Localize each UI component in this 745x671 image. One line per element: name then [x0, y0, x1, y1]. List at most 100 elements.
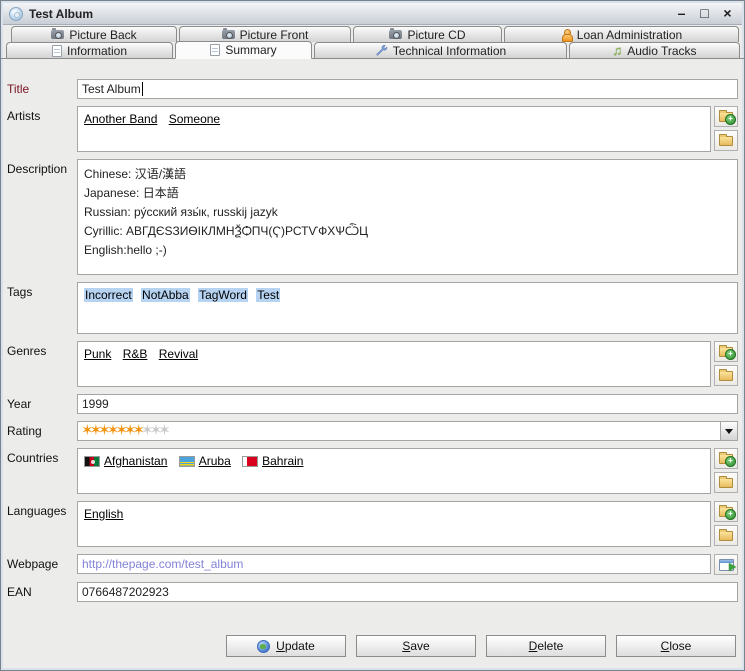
rating-dropdown-button[interactable]	[720, 422, 737, 440]
title-input[interactable]	[77, 79, 738, 99]
country-link[interactable]: Bahrain	[242, 454, 303, 468]
update-button-label: Update	[276, 639, 315, 653]
camera-icon	[222, 30, 235, 39]
camera-icon	[389, 30, 402, 39]
genre-link[interactable]: Revival	[159, 347, 198, 361]
ean-row: EAN	[7, 582, 738, 602]
tag-chip[interactable]: Test	[256, 288, 280, 302]
add-genre-button[interactable]	[714, 341, 738, 362]
cd-icon	[9, 7, 23, 21]
minimize-button[interactable]: –	[673, 5, 690, 22]
description-label: Description	[7, 159, 77, 176]
tab-label: Picture Back	[69, 28, 136, 42]
tab-label: Audio Tracks	[627, 44, 696, 58]
album-dialog-window: Test Album – □ × Picture Back Picture Fr…	[0, 0, 745, 671]
folder-icon	[719, 531, 733, 541]
country-link[interactable]: Aruba	[179, 454, 231, 468]
tab-label: Loan Administration	[577, 28, 682, 42]
webpage-input[interactable]	[77, 554, 711, 574]
tab-label: Technical Information	[393, 44, 506, 58]
year-input[interactable]	[77, 394, 738, 414]
country-name: Aruba	[199, 454, 231, 468]
tab-picture-front[interactable]: Picture Front	[179, 26, 351, 42]
rating-combobox[interactable]: ✶✶✶✶✶✶✶✶✶✶	[77, 421, 738, 441]
add-language-button[interactable]	[714, 501, 738, 522]
delete-button-label: Delete	[529, 639, 564, 653]
globe-icon	[257, 640, 270, 653]
tab-picture-cd[interactable]: Picture CD	[353, 26, 502, 42]
tab-information[interactable]: Information	[6, 42, 173, 58]
folder-add-icon	[719, 507, 733, 517]
tab-label: Picture Front	[240, 28, 309, 42]
genres-row: Genres Punk R&B Revival	[7, 341, 738, 387]
webpage-label: Webpage	[7, 554, 77, 571]
year-row: Year	[7, 394, 738, 414]
countries-label: Countries	[7, 448, 77, 465]
description-row: Description Chinese: 汉语/漢語 Japanese: 日本語…	[7, 159, 738, 275]
tab-picture-back[interactable]: Picture Back	[11, 26, 177, 42]
genre-link[interactable]: Punk	[84, 347, 111, 361]
languages-row: Languages English	[7, 501, 738, 547]
tags-box[interactable]: Incorrect NotAbba TagWord Test	[77, 282, 738, 334]
close-button[interactable]: Close	[616, 635, 736, 657]
choose-genre-button[interactable]	[714, 365, 738, 386]
add-artist-button[interactable]	[714, 106, 738, 127]
wrench-icon	[375, 44, 388, 57]
delete-button[interactable]: Delete	[486, 635, 606, 657]
save-button[interactable]: Save	[356, 635, 476, 657]
choose-country-button[interactable]	[714, 472, 738, 493]
webpage-row: Webpage	[7, 554, 738, 575]
text-caret	[142, 82, 143, 96]
open-webpage-button[interactable]	[714, 554, 738, 575]
language-link[interactable]: English	[84, 507, 123, 521]
country-link[interactable]: Afghanistan	[84, 454, 167, 468]
update-button[interactable]: Update	[226, 635, 346, 657]
rating-label: Rating	[7, 421, 77, 438]
choose-artist-button[interactable]	[714, 130, 738, 151]
ean-input[interactable]	[77, 582, 738, 602]
artist-link[interactable]: Another Band	[84, 112, 157, 126]
bahrain-flag-icon	[242, 456, 258, 467]
tab-label: Information	[67, 44, 127, 58]
tags-label: Tags	[7, 282, 77, 299]
rating-stars[interactable]: ✶✶✶✶✶✶✶✶✶✶	[78, 422, 720, 440]
ean-label: EAN	[7, 582, 77, 599]
tab-label: Picture CD	[407, 28, 465, 42]
countries-listbox: Afghanistan Aruba Bahrain	[77, 448, 711, 494]
add-country-button[interactable]	[714, 448, 738, 469]
artist-link[interactable]: Someone	[169, 112, 220, 126]
artists-row: Artists Another Band Someone	[7, 106, 738, 152]
tab-loan-administration[interactable]: Loan Administration	[504, 26, 739, 42]
folder-add-icon	[719, 112, 733, 122]
countries-row: Countries Afghanistan Aruba Bahrain	[7, 448, 738, 494]
choose-language-button[interactable]	[714, 525, 738, 546]
tab-row-2: Information Summary Technical Informatio…	[1, 42, 744, 59]
close-icon[interactable]: ×	[719, 5, 736, 22]
year-label: Year	[7, 394, 77, 411]
chevron-down-icon	[725, 429, 733, 434]
person-icon	[561, 29, 572, 41]
summary-form: Title Artists Another Band Someone	[1, 59, 744, 635]
tag-chip[interactable]: TagWord	[198, 288, 248, 302]
title-bar[interactable]: Test Album – □ ×	[3, 3, 742, 25]
title-row: Title	[7, 79, 738, 99]
folder-icon	[719, 371, 733, 381]
maximize-button[interactable]: □	[696, 5, 713, 22]
folder-add-icon	[719, 454, 733, 464]
description-textarea[interactable]: Chinese: 汉语/漢語 Japanese: 日本語 Russian: ру…	[77, 159, 738, 275]
genre-link[interactable]: R&B	[123, 347, 148, 361]
languages-label: Languages	[7, 501, 77, 518]
afghanistan-flag-icon	[84, 456, 100, 467]
tab-audio-tracks[interactable]: ♫ Audio Tracks	[569, 42, 740, 58]
star-empty-icon[interactable]: ✶	[158, 422, 171, 439]
genres-listbox: Punk R&B Revival	[77, 341, 711, 387]
tag-chip[interactable]: Incorrect	[84, 288, 133, 302]
tab-summary[interactable]: Summary	[175, 41, 312, 59]
tag-chip[interactable]: NotAbba	[141, 288, 190, 302]
title-label: Title	[7, 79, 77, 96]
tab-label: Summary	[225, 43, 276, 57]
folder-icon	[719, 136, 733, 146]
languages-listbox: English	[77, 501, 711, 547]
camera-icon	[51, 30, 64, 39]
tab-technical-information[interactable]: Technical Information	[314, 42, 567, 58]
